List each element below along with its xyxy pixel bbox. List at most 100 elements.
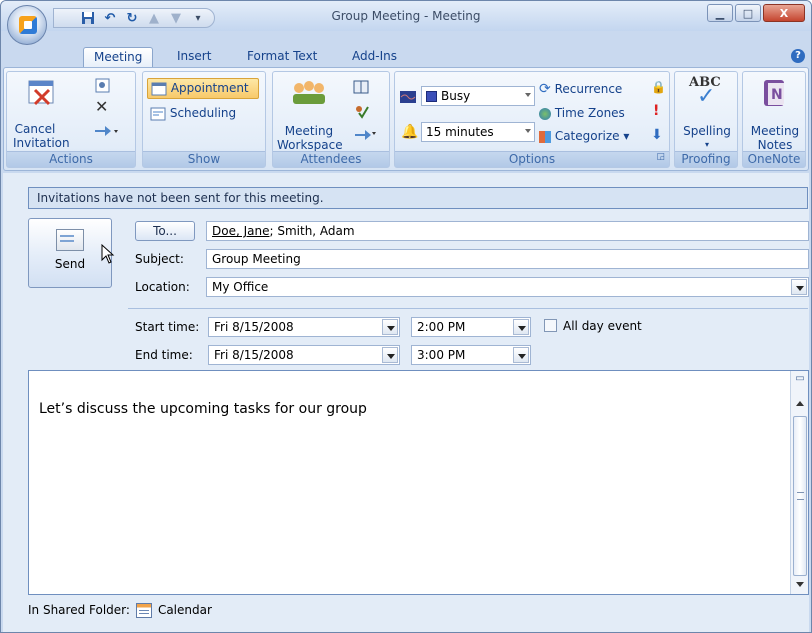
show-as-combo[interactable]: Busy [421, 86, 535, 106]
workspace-label-2: Workspace [277, 138, 343, 152]
reminder-combo[interactable]: 15 minutes [421, 122, 535, 142]
send-label: Send [54, 257, 86, 271]
all-day-checkbox[interactable] [544, 319, 557, 332]
ruler-toggle-icon[interactable]: ▭ [793, 373, 807, 391]
body-text[interactable]: Let’s discuss the upcoming tasks for our… [39, 401, 367, 417]
busy-color-icon [426, 91, 437, 102]
location-field[interactable]: My Office [206, 277, 809, 297]
notes-label-2: Notes [757, 138, 793, 152]
subject-label: Subject: [135, 252, 184, 266]
chevron-down-icon[interactable] [382, 347, 398, 363]
spelling-button[interactable]: Spelling ▾ [681, 124, 733, 152]
chevron-down-icon [525, 129, 531, 133]
vertical-scrollbar[interactable]: ▭ [790, 371, 808, 594]
dialog-launcher-icon[interactable]: ◲ [656, 152, 665, 162]
shared-folder-label: In Shared Folder: [28, 603, 130, 617]
recurrence-button[interactable]: ⟳ Recurrence [539, 82, 622, 96]
office-button[interactable] [7, 5, 47, 45]
address-check-icon[interactable] [95, 78, 111, 97]
show-as-icon [399, 90, 417, 107]
meeting-workspace-icon [289, 78, 329, 111]
scroll-up-icon[interactable] [796, 401, 804, 406]
reminder-bell-icon: 🔔 [401, 124, 419, 140]
response-options-icon[interactable] [353, 126, 377, 145]
delete-icon[interactable]: ✕ [95, 99, 108, 115]
status-bar: In Shared Folder: Calendar [28, 600, 808, 622]
meeting-notes-icon: N [761, 78, 789, 111]
cancel-label-2: Invitation [13, 136, 70, 150]
tab-format-text[interactable]: Format Text [237, 47, 327, 67]
group-onenote: N Meeting Notes OneNote [742, 71, 806, 168]
spelling-label: Spelling [683, 124, 731, 138]
end-time-value: 3:00 PM [417, 348, 466, 362]
group-attendees: Meeting Workspace Attendees [272, 71, 390, 168]
start-time-label: Start time: [135, 320, 200, 334]
recurrence-label: Recurrence [554, 82, 623, 96]
scroll-thumb[interactable] [793, 416, 807, 576]
envelope-icon [56, 229, 84, 251]
all-day-label: All day event [563, 319, 642, 333]
minimize-button[interactable]: ▁ [707, 4, 733, 22]
group-show: Appointment Scheduling Show [142, 71, 266, 168]
shared-folder-name[interactable]: Calendar [158, 603, 212, 617]
subject-field[interactable]: Group Meeting [206, 249, 809, 269]
categorize-label: Categorize [554, 129, 620, 143]
title-bar: ↶ ↻ ▲ ▼ ▾ Group Meeting - Meeting ▁ □ X [1, 1, 811, 31]
high-importance-icon[interactable]: ! [653, 104, 659, 118]
svg-text:N: N [771, 87, 783, 103]
end-time-field[interactable]: 3:00 PM [411, 345, 531, 365]
cancel-invitation-icon [27, 78, 57, 111]
tab-insert[interactable]: Insert [167, 47, 221, 67]
group-label-options-text: Options [508, 152, 556, 166]
appointment-button[interactable]: Appointment [147, 78, 259, 99]
meeting-workspace-button[interactable]: Meeting Workspace [277, 124, 343, 152]
to-recipient-1[interactable]: Doe, Jane [212, 224, 269, 238]
to-field[interactable]: Doe, Jane; Smith, Adam [206, 221, 809, 241]
chevron-down-icon[interactable] [382, 319, 398, 335]
forward-icon[interactable] [93, 124, 119, 141]
to-button[interactable]: To... [135, 221, 195, 241]
start-date-field[interactable]: Fri 8/15/2008 [208, 317, 400, 337]
ribbon: Cancel Invitation ✕ Actions Appointment … [3, 67, 809, 171]
end-date-field[interactable]: Fri 8/15/2008 [208, 345, 400, 365]
chevron-down-icon[interactable] [513, 347, 529, 363]
recurrence-icon: ⟳ [539, 81, 551, 97]
tab-meeting[interactable]: Meeting [83, 47, 154, 67]
send-button[interactable]: Send [28, 218, 112, 288]
chevron-down-icon [525, 93, 531, 97]
scroll-down-icon[interactable] [796, 582, 804, 587]
time-zones-button[interactable]: Time Zones [539, 106, 625, 120]
private-lock-icon[interactable]: 🔒 [651, 80, 666, 94]
window-title: Group Meeting - Meeting [331, 9, 481, 23]
ribbon-tabs: Meeting Insert Format Text Add-Ins ? [1, 45, 811, 67]
close-button[interactable]: X [763, 4, 805, 22]
chevron-down-icon[interactable] [513, 319, 529, 335]
tab-add-ins[interactable]: Add-Ins [342, 47, 407, 67]
start-date-value: Fri 8/15/2008 [214, 320, 294, 334]
scheduling-button[interactable]: Scheduling [150, 106, 236, 121]
meeting-notes-button[interactable]: Meeting Notes [747, 124, 803, 152]
calendar-icon [135, 603, 152, 618]
help-icon[interactable]: ? [791, 49, 805, 63]
message-body[interactable]: Let’s discuss the upcoming tasks for our… [28, 370, 809, 595]
group-label-actions: Actions [7, 151, 135, 167]
cancel-invitation-button[interactable]: Cancel Invitation [13, 122, 70, 150]
start-time-field[interactable]: 2:00 PM [411, 317, 531, 337]
time-zones-label: Time Zones [554, 106, 625, 120]
scheduling-label: Scheduling [169, 106, 237, 120]
window-controls: ▁ □ X [707, 4, 805, 22]
group-label-show: Show [143, 151, 265, 167]
globe-icon [539, 107, 551, 120]
group-proofing: ABC ✓ Spelling ▾ Proofing [674, 71, 738, 168]
address-book-icon[interactable] [353, 80, 369, 97]
notes-label-1: Meeting [750, 124, 800, 138]
maximize-button[interactable]: □ [735, 4, 761, 22]
end-date-value: Fri 8/15/2008 [214, 348, 294, 362]
divider [128, 308, 808, 309]
categorize-button[interactable]: Categorize ▾ [539, 129, 629, 143]
low-importance-icon[interactable]: ⬇ [651, 128, 663, 142]
chevron-down-icon[interactable] [791, 279, 807, 295]
check-names-icon[interactable] [353, 104, 371, 123]
group-label-attendees: Attendees [273, 151, 389, 167]
info-bar: Invitations have not been sent for this … [28, 187, 808, 209]
